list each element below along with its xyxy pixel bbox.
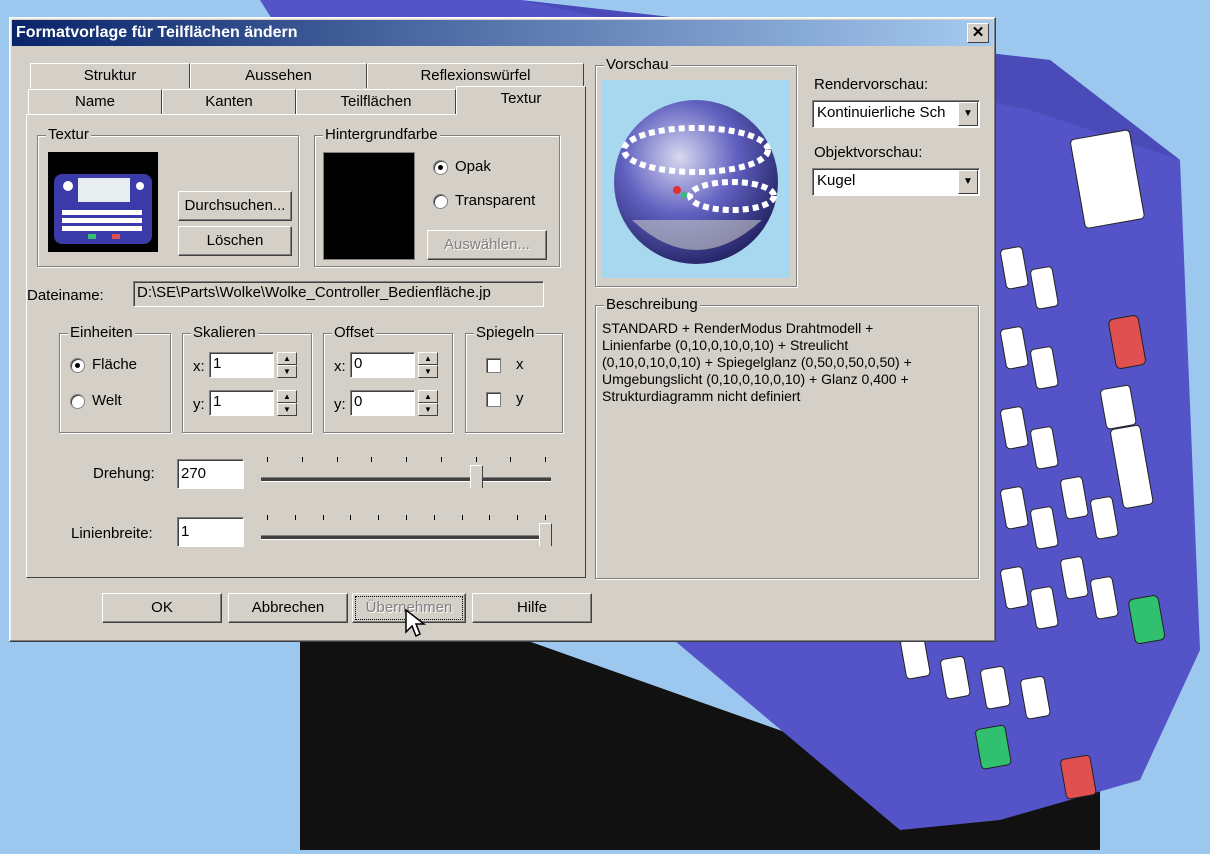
textur-panel: Textur Durchsuchen... Löschen Hintergrun… [26, 114, 586, 578]
slider-tick [440, 457, 442, 462]
delete-button[interactable]: Löschen [178, 226, 292, 256]
slider-tick [475, 457, 477, 462]
scale-x-spinner[interactable]: ▲ ▼ [277, 352, 297, 378]
mirror-group: Spiegeln x y [465, 324, 563, 433]
rotation-label: Drehung: [93, 465, 155, 482]
tab-teilflaechen[interactable]: Teilflächen [296, 89, 456, 114]
linewidth-input[interactable]: 1 [177, 517, 244, 547]
slider-tick [517, 515, 519, 520]
transparent-radio[interactable] [433, 194, 448, 209]
slider-tick [267, 457, 268, 462]
slider-tick [336, 457, 338, 462]
units-group: Einheiten Fläche Welt [59, 324, 171, 433]
world-radio[interactable] [70, 394, 85, 409]
mouse-cursor-icon [405, 608, 427, 638]
object-preview-select[interactable]: Kugel ▼ [812, 168, 980, 196]
slider-tick [545, 515, 546, 520]
opaque-label: Opak [455, 158, 491, 175]
texture-thumbnail [48, 152, 158, 252]
tab-name[interactable]: Name [28, 89, 162, 114]
background-color-swatch [323, 152, 415, 260]
offset-x-input[interactable]: 0 [350, 352, 415, 378]
preview-group: Vorschau [595, 56, 797, 287]
slider-track [261, 535, 551, 540]
slider-tick [294, 515, 296, 520]
texture-group: Textur Durchsuchen... Löschen [37, 126, 299, 267]
mirror-x-label: x [516, 356, 524, 373]
slider-tick [510, 457, 512, 462]
scale-x-input[interactable]: 1 [209, 352, 274, 378]
scale-group: Skalieren x: 1 ▲ ▼ y: 1 ▲ ▼ [182, 324, 312, 433]
slider-tick [378, 515, 380, 520]
chevron-down-icon: ▼ [958, 170, 978, 194]
slider-tick [350, 515, 352, 520]
close-icon: ✕ [971, 24, 985, 41]
select-color-button[interactable]: Auswählen... [427, 230, 547, 260]
offset-y-input[interactable]: 0 [350, 390, 415, 416]
slider-tick [433, 515, 435, 520]
browse-button[interactable]: Durchsuchen... [178, 191, 292, 221]
area-radio[interactable] [70, 358, 85, 373]
mirror-y-label: y [516, 390, 524, 407]
slider-tick [267, 515, 268, 520]
scale-y-spinner[interactable]: ▲ ▼ [277, 390, 297, 416]
slider-track [261, 477, 551, 482]
slider-thumb[interactable] [469, 465, 483, 488]
slider-tick [461, 515, 463, 520]
dialog-title: Formatvorlage für Teilflächen ändern [16, 24, 298, 41]
dialog-titlebar[interactable]: Formatvorlage für Teilflächen ändern ✕ [12, 20, 993, 46]
render-preview-label: Rendervorschau: [814, 76, 929, 93]
filename-label: Dateiname: [27, 287, 104, 304]
tab-aussehen[interactable]: Aussehen [190, 63, 367, 88]
opaque-radio[interactable] [433, 160, 448, 175]
slider-tick [322, 515, 324, 520]
cancel-button[interactable]: Abbrechen [228, 593, 348, 623]
offset-group: Offset x: 0 ▲ ▼ y: 0 ▲ ▼ [323, 324, 453, 433]
offset-x-spinner[interactable]: ▲ ▼ [418, 352, 438, 378]
ok-button[interactable]: OK [102, 593, 222, 623]
preview-image [602, 80, 790, 278]
slider-tick [301, 457, 303, 462]
chevron-down-icon: ▼ [958, 102, 978, 126]
tab-textur[interactable]: Textur [456, 86, 586, 115]
format-dialog: Formatvorlage für Teilflächen ändern ✕ S… [9, 17, 996, 642]
rotation-input[interactable]: 270 [177, 459, 244, 489]
slider-tick [406, 515, 407, 520]
slider-thumb[interactable] [539, 523, 552, 546]
slider-tick [489, 515, 491, 520]
tab-kanten[interactable]: Kanten [162, 89, 296, 114]
tab-struktur[interactable]: Struktur [30, 63, 190, 88]
transparent-label: Transparent [455, 192, 536, 209]
area-label: Fläche [92, 356, 138, 373]
linewidth-slider[interactable] [261, 515, 552, 555]
description-text: STANDARD + RenderModus Drahtmodell + Lin… [602, 320, 912, 404]
slider-tick [545, 457, 546, 462]
linewidth-label: Linienbreite: [71, 525, 153, 542]
tab-reflexionswuerfel[interactable]: Reflexionswürfel [367, 63, 584, 88]
render-preview-select[interactable]: Kontinuierliche Sch ▼ [812, 100, 980, 128]
offset-y-spinner[interactable]: ▲ ▼ [418, 390, 438, 416]
slider-tick [406, 457, 407, 462]
slider-tick [371, 457, 373, 462]
filename-field[interactable]: D:\SE\Parts\Wolke\Wolke_Controller_Bedie… [133, 281, 544, 307]
description-group: Beschreibung STANDARD + RenderModus Drah… [595, 296, 979, 579]
mirror-x-checkbox[interactable] [486, 358, 501, 373]
object-preview-label: Objektvorschau: [814, 144, 923, 161]
rotation-slider[interactable] [261, 457, 551, 497]
mirror-y-checkbox[interactable] [486, 392, 501, 407]
world-label: Welt [92, 392, 122, 409]
background-color-group: Hintergrundfarbe Opak Transparent Auswäh… [314, 126, 560, 267]
close-button[interactable]: ✕ [967, 23, 989, 43]
scale-y-input[interactable]: 1 [209, 390, 274, 416]
help-button[interactable]: Hilfe [472, 593, 592, 623]
